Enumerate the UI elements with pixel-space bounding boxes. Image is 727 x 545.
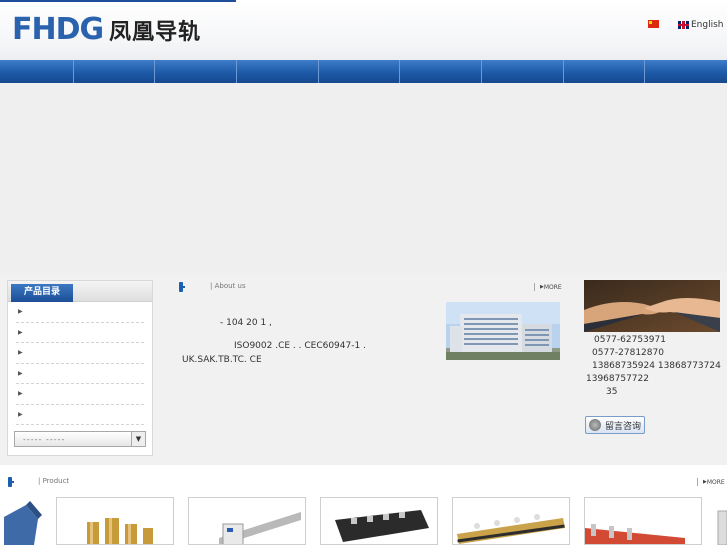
product-image-1[interactable] xyxy=(4,497,42,545)
nav-item-6[interactable] xyxy=(400,60,482,83)
contact-address: 35 xyxy=(606,387,618,397)
product-header xyxy=(0,465,727,497)
top-accent-line xyxy=(0,0,236,2)
select-value: ----- ----- xyxy=(23,434,66,444)
product-more-link[interactable]: ▶ MORE xyxy=(697,478,725,486)
catalog-title: 产品目录 xyxy=(11,284,73,302)
lang-english-link[interactable]: English xyxy=(678,20,724,30)
nav-item-5[interactable] xyxy=(319,60,401,83)
catalog-header: 产品目录 xyxy=(8,281,152,302)
nav-item-1[interactable] xyxy=(0,60,74,83)
about-more-label: MORE xyxy=(543,283,562,291)
arrow-icon: ▶ xyxy=(18,349,23,357)
contact-tel-2: 0577-27812870 xyxy=(592,348,664,358)
arrow-icon: ▶ xyxy=(18,328,23,336)
product-more-label: MORE xyxy=(706,478,725,486)
product-card-6[interactable] xyxy=(584,497,702,545)
about-heading-icon-wrap xyxy=(178,281,186,293)
china-flag-icon xyxy=(648,20,659,28)
product-image-6 xyxy=(585,498,701,544)
arrow-icon: ▶ xyxy=(18,410,23,418)
category-item[interactable]: ▶ xyxy=(16,364,144,384)
nav-item-2[interactable] xyxy=(74,60,156,83)
nav-item-4[interactable] xyxy=(237,60,319,83)
product-card-5[interactable] xyxy=(452,497,570,545)
about-more-link[interactable]: ▶ MORE xyxy=(534,283,562,291)
message-icon xyxy=(589,419,601,431)
logo-latin: FHDG xyxy=(12,12,104,47)
category-item[interactable]: ▶ xyxy=(16,405,144,425)
logo-chinese: 凤凰导轨 xyxy=(109,20,202,45)
category-item[interactable]: ▶ xyxy=(16,323,144,343)
contact-tel-1: 0577-62753971 xyxy=(594,335,666,345)
product-card-2[interactable] xyxy=(56,497,174,545)
product-image-7[interactable] xyxy=(716,497,727,545)
handshake-image xyxy=(584,280,720,332)
product-catalog-box: 产品目录 ▶ ▶ ▶ ▶ ▶ ▶ ----- ----- ▼ xyxy=(7,280,153,456)
contact-mobile-2: 13968757722 xyxy=(586,374,649,384)
product-card-3[interactable] xyxy=(188,497,306,545)
nav-item-8[interactable] xyxy=(564,60,646,83)
product-image-5 xyxy=(453,498,569,544)
section-marker-icon xyxy=(179,282,185,292)
lang-chinese-link[interactable] xyxy=(648,20,659,28)
arrow-icon: ▶ xyxy=(18,390,23,398)
arrow-icon: ▶ xyxy=(18,369,23,377)
site-header: FHDG 凤凰导轨 English xyxy=(0,0,727,60)
about-title: | About us xyxy=(210,282,246,290)
section-marker-icon xyxy=(8,477,14,487)
product-image-3 xyxy=(189,498,305,544)
category-item[interactable]: ▶ xyxy=(16,302,144,323)
chevron-down-icon[interactable]: ▼ xyxy=(131,432,145,446)
category-list: ▶ ▶ ▶ ▶ ▶ ▶ xyxy=(8,302,152,425)
category-select[interactable]: ----- ----- ▼ xyxy=(14,431,146,447)
company-building-image[interactable] xyxy=(446,302,560,360)
nav-item-9[interactable] xyxy=(645,60,727,83)
message-button-label: 留言咨询 xyxy=(605,421,642,432)
arrow-icon: ▶ xyxy=(18,308,23,316)
about-line-1: - 104 20 1 , xyxy=(220,318,272,328)
product-card-4[interactable] xyxy=(320,497,438,545)
contact-mobile-1: 13868735924 13868773724 xyxy=(592,361,721,371)
product-image-4 xyxy=(321,498,437,544)
category-item[interactable]: ▶ xyxy=(16,384,144,405)
divider xyxy=(697,478,698,486)
divider xyxy=(534,283,535,291)
category-item[interactable]: ▶ xyxy=(16,343,144,364)
uk-flag-icon xyxy=(678,21,689,29)
product-image-2 xyxy=(57,498,173,544)
contact-info: 0577-62753971 0577-27812870 13868735924 … xyxy=(586,334,726,399)
site-logo[interactable]: FHDG 凤凰导轨 xyxy=(12,13,201,47)
lang-english-label: English xyxy=(691,20,724,30)
about-text: - 104 20 1 , ISO9002 .CE . . CEC60947-1 … xyxy=(180,312,440,372)
product-title: | Product xyxy=(38,477,70,485)
banner-area xyxy=(0,83,727,273)
nav-item-3[interactable] xyxy=(155,60,238,83)
message-button[interactable]: 留言咨询 xyxy=(585,416,645,434)
main-nav xyxy=(0,60,727,83)
nav-item-7[interactable] xyxy=(482,60,564,83)
